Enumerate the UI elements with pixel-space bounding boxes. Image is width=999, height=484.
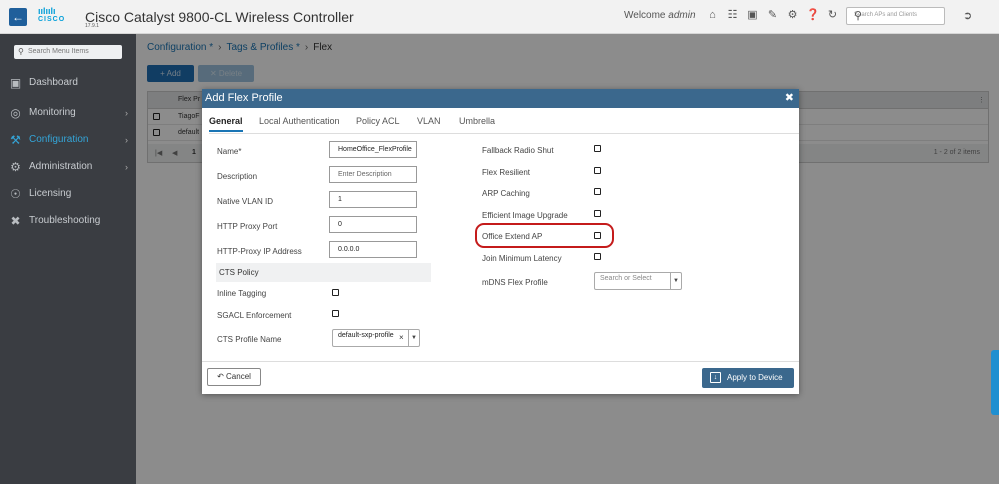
sidebar-item-troubleshooting[interactable]: ✖ Troubleshooting [0,211,136,231]
inline-tagging-checkbox[interactable] [332,289,339,296]
mdns-flex-profile-label: mDNS Flex Profile [482,278,548,287]
native-vlan-label: Native VLAN ID [217,197,274,206]
tab-vlan[interactable]: VLAN [417,116,441,126]
http-proxy-port-input[interactable]: 0 [329,216,417,233]
sidebar-item-administration[interactable]: ⚙ Administration › [0,157,136,177]
tab-general[interactable]: General [209,116,243,132]
sidebar: ⚲ Search Menu Items ▣ Dashboard ◎ Monito… [0,34,136,484]
top-header: ← ıılıılı CISCO Cisco Catalyst 9800-CL W… [0,0,999,34]
back-arrow-icon[interactable]: ← [9,8,27,26]
inline-tagging-label: Inline Tagging [217,289,267,298]
dashboard-icon: ▣ [9,76,22,90]
native-vlan-input[interactable]: 1 [329,191,417,208]
chevron-right-icon: › [125,108,128,118]
fallback-radio-shut-label: Fallback Radio Shut [482,146,554,155]
name-label: Name* [217,147,242,156]
fallback-radio-shut-checkbox[interactable] [594,145,601,152]
efficient-image-upgrade-label: Efficient Image Upgrade [482,211,568,220]
tab-local-authentication[interactable]: Local Authentication [259,116,340,126]
mdns-flex-profile-select[interactable]: Search or Select ▼ [594,272,682,290]
tab-umbrella[interactable]: Umbrella [459,116,495,126]
home-icon[interactable]: ⌂ [706,9,719,22]
sidebar-item-monitoring[interactable]: ◎ Monitoring › [0,103,136,123]
chevron-down-icon[interactable]: ▼ [408,330,419,346]
sidebar-item-licensing[interactable]: ☉ Licensing [0,184,136,204]
chevron-right-icon: › [125,135,128,145]
refresh-icon[interactable]: ↻ [826,9,839,22]
cancel-button[interactable]: ↶ Cancel [207,368,261,386]
sgacl-enforcement-checkbox[interactable] [332,310,339,317]
http-proxy-ip-input[interactable]: 0.0.0.0 [329,241,417,258]
sidebar-item-configuration[interactable]: ⚒ Configuration › [0,130,136,150]
arp-caching-checkbox[interactable] [594,188,601,195]
config-icon[interactable]: ✎ [766,9,779,22]
welcome-text: Welcome admin [624,10,696,21]
http-proxy-ip-label: HTTP-Proxy IP Address [217,247,302,256]
join-min-latency-label: Join Minimum Latency [482,254,562,263]
logout-icon[interactable]: ➲ [963,9,972,22]
efficient-image-upgrade-checkbox[interactable] [594,210,601,217]
help-icon[interactable]: ❓ [806,9,820,22]
administration-icon: ⚙ [10,160,21,174]
description-label: Description [217,172,258,181]
tools-icon[interactable]: ⚙ [786,9,799,22]
description-input[interactable]: Enter Description [329,166,417,183]
licensing-icon: ☉ [10,187,21,201]
chevron-down-icon[interactable]: ▼ [670,273,681,289]
arp-caching-label: ARP Caching [482,189,530,198]
apply-to-device-button[interactable]: ↓ Apply to Device [702,368,794,388]
wireless-icon[interactable]: ☷ [726,9,739,22]
version-label: 17.9.1 [85,23,99,29]
tab-divider [209,133,799,134]
dialog-footer: ↶ Cancel ↓ Apply to Device [202,361,799,394]
chevron-right-icon: › [125,162,128,172]
flex-resilient-checkbox[interactable] [594,167,601,174]
top-search-input[interactable]: Search APs and Clients ⚲ [846,7,945,25]
tab-policy-acl[interactable]: Policy ACL [356,116,400,126]
search-icon: ⚲ [18,47,24,56]
name-input[interactable]: HomeOffice_FlexProfile [329,141,417,158]
undo-icon: ↶ [217,372,224,381]
cts-profile-name-label: CTS Profile Name [217,335,282,344]
cts-profile-select[interactable]: default-sxp-profile × ▼ [332,329,420,347]
troubleshooting-icon: ✖ [10,214,21,228]
side-panel-tab[interactable] [991,350,999,415]
dialog-header: Add Flex Profile ✖ [202,89,799,108]
monitoring-icon: ◎ [10,106,21,120]
save-icon[interactable]: ▣ [746,9,759,22]
add-flex-profile-dialog: Add Flex Profile ✖ General Local Authent… [202,89,799,394]
apply-icon: ↓ [710,372,721,383]
join-min-latency-checkbox[interactable] [594,253,601,260]
close-icon[interactable]: ✖ [785,89,794,108]
dialog-title: Add Flex Profile [205,92,283,104]
http-proxy-port-label: HTTP Proxy Port [217,222,278,231]
clear-icon[interactable]: × [399,333,404,342]
search-icon: ⚲ [854,10,863,22]
app-title: Cisco Catalyst 9800-CL Wireless Controll… [85,9,354,25]
sgacl-enforcement-label: SGACL Enforcement [217,311,292,320]
configuration-icon: ⚒ [10,133,21,147]
flex-resilient-label: Flex Resilient [482,168,531,177]
cisco-logo: ıılıılı CISCO [38,6,66,24]
menu-search-input[interactable]: ⚲ Search Menu Items [14,45,122,59]
username: admin [668,10,696,21]
sidebar-item-dashboard[interactable]: ▣ Dashboard [0,73,136,93]
highlight-ring [475,223,614,248]
cts-policy-section: CTS Policy [216,263,431,282]
